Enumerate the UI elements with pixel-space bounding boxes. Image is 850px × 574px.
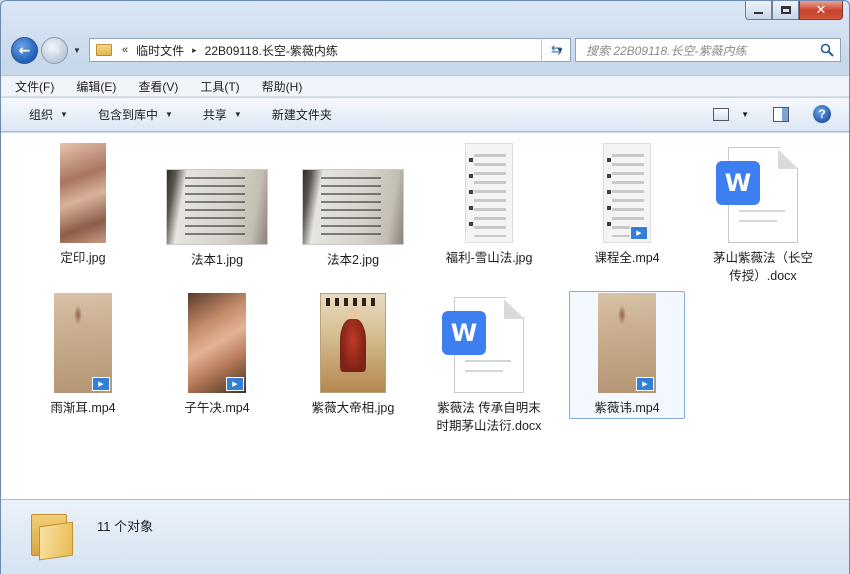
minimize-button[interactable] xyxy=(745,1,772,20)
breadcrumb-overflow[interactable]: « xyxy=(122,44,128,56)
maximize-icon xyxy=(780,6,791,14)
change-view-icon[interactable] xyxy=(713,107,730,121)
image-thumbnail xyxy=(166,169,268,245)
include-label: 包含到库中 xyxy=(97,108,158,122)
file-item[interactable]: ▶ 子午决.mp4 xyxy=(159,293,275,417)
minimize-icon xyxy=(754,12,763,14)
file-item[interactable]: ▶ 课程全.mp4 xyxy=(569,143,685,267)
file-item[interactable]: W 紫薇法 传承自明末时期茅山法衍.docx xyxy=(431,297,547,435)
chevron-down-icon: ▼ xyxy=(164,110,173,119)
file-item[interactable]: W 茅山紫薇法（长空传授）.docx xyxy=(705,147,821,285)
chevron-down-icon: ▼ xyxy=(60,110,68,119)
details-pane: 11 个对象 xyxy=(1,499,849,574)
menu-file[interactable]: 文件(F) xyxy=(15,78,54,95)
file-name: 紫薇法 传承自明末时期茅山法衍.docx xyxy=(436,401,542,433)
file-name: 法本1.jpg xyxy=(190,253,244,267)
file-item[interactable]: ▶ 雨渐耳.mp4 xyxy=(25,293,141,417)
close-icon: ✕ xyxy=(815,2,827,18)
refresh-button[interactable]: ⇆ xyxy=(541,38,571,62)
file-name: 紫薇讳.mp4 xyxy=(594,401,660,415)
menu-help[interactable]: 帮助(H) xyxy=(262,78,303,95)
file-name: 茅山紫薇法（长空传授）.docx xyxy=(712,251,813,283)
menu-bar: 文件(F) 编辑(E) 查看(V) 工具(T) 帮助(H) xyxy=(1,75,849,97)
explorer-window: ✕ ← → ▼ « 临时文件 ▸ 22B09118.长空-紫薇内练 ▼ ⇆ 搜索… xyxy=(0,0,850,574)
file-name: 定印.jpg xyxy=(60,251,106,265)
search-icon[interactable] xyxy=(820,43,834,57)
file-item[interactable]: 法本2.jpg xyxy=(295,143,411,269)
video-thumbnail: ▶ xyxy=(54,293,112,393)
search-placeholder: 搜索 22B09118.长空-紫薇内练 xyxy=(586,43,747,58)
video-badge-icon: ▶ xyxy=(636,377,654,391)
menu-view[interactable]: 查看(V) xyxy=(138,78,178,95)
maximize-button[interactable] xyxy=(772,1,799,20)
file-item[interactable]: 法本1.jpg xyxy=(159,143,275,269)
caption-buttons: ✕ xyxy=(745,1,843,20)
back-arrow-icon: ← xyxy=(18,42,31,59)
command-bar: 组织 ▼ 包含到库中 ▼ 共享 ▼ 新建文件夹 ▼ ? xyxy=(1,98,849,132)
organize-button[interactable]: 组织 ▼ xyxy=(29,106,68,123)
video-thumbnail: ▶ xyxy=(188,293,246,393)
menu-tools[interactable]: 工具(T) xyxy=(200,78,239,95)
docx-icon: W xyxy=(716,147,798,243)
share-label: 共享 xyxy=(202,108,227,122)
breadcrumb-temp-files[interactable]: 临时文件 xyxy=(136,42,184,59)
folder-icon xyxy=(96,44,112,56)
new-folder-label: 新建文件夹 xyxy=(271,108,332,122)
preview-pane-icon[interactable] xyxy=(773,106,789,122)
menu-edit[interactable]: 编辑(E) xyxy=(76,78,116,95)
video-thumbnail: ▶ xyxy=(603,143,651,243)
navigation-row: ← → ▼ « 临时文件 ▸ 22B09118.长空-紫薇内练 ▼ ⇆ 搜索 2… xyxy=(9,35,843,65)
share-button[interactable]: 共享 ▼ xyxy=(203,106,242,123)
breadcrumb-separator-icon[interactable]: ▸ xyxy=(192,45,197,56)
file-item[interactable]: 紫薇大帝相.jpg xyxy=(295,293,411,417)
image-thumbnail xyxy=(60,143,106,243)
file-name: 子午决.mp4 xyxy=(184,401,250,415)
view-controls: ▼ ? xyxy=(713,105,831,123)
include-in-library-button[interactable]: 包含到库中 ▼ xyxy=(98,106,173,123)
address-bar[interactable]: « 临时文件 ▸ 22B09118.长空-紫薇内练 ▼ xyxy=(89,38,571,62)
item-count: 11 个对象 xyxy=(97,519,154,534)
image-thumbnail xyxy=(302,169,404,245)
view-options-dropdown-icon[interactable]: ▼ xyxy=(741,110,749,119)
forward-button[interactable]: → xyxy=(41,37,68,64)
refresh-icon: ⇆ xyxy=(551,42,562,58)
file-item[interactable]: 福利-雪山法.jpg xyxy=(431,143,547,267)
history-dropdown-icon[interactable]: ▼ xyxy=(73,46,81,55)
file-item[interactable]: 定印.jpg xyxy=(25,143,141,267)
file-name: 课程全.mp4 xyxy=(594,251,660,265)
file-name: 雨渐耳.mp4 xyxy=(50,401,116,415)
forward-arrow-icon: → xyxy=(48,42,61,59)
help-icon[interactable]: ? xyxy=(813,105,831,123)
video-badge-icon: ▶ xyxy=(226,377,244,391)
image-thumbnail xyxy=(320,293,386,393)
video-badge-icon: ▶ xyxy=(92,377,110,391)
wps-w-icon: W xyxy=(716,161,760,205)
wps-w-icon: W xyxy=(442,311,486,355)
folder-icon xyxy=(31,514,77,561)
docx-icon: W xyxy=(442,297,524,393)
search-box[interactable]: 搜索 22B09118.长空-紫薇内练 xyxy=(575,38,841,62)
close-button[interactable]: ✕ xyxy=(799,1,843,20)
file-name: 紫薇大帝相.jpg xyxy=(311,401,395,415)
video-thumbnail: ▶ xyxy=(598,293,656,393)
breadcrumb-current-folder[interactable]: 22B09118.长空-紫薇内练 xyxy=(205,42,338,59)
organize-label: 组织 xyxy=(29,108,54,122)
new-folder-button[interactable]: 新建文件夹 xyxy=(272,106,332,123)
file-list[interactable]: 定印.jpg 法本1.jpg 法本2.jpg 福利-雪山法.jpg ▶ 课程全.… xyxy=(1,133,849,499)
file-name: 福利-雪山法.jpg xyxy=(445,251,533,265)
back-button[interactable]: ← xyxy=(11,37,38,64)
chevron-down-icon: ▼ xyxy=(233,110,242,119)
file-item-selected[interactable]: ▶ 紫薇讳.mp4 xyxy=(569,291,685,419)
image-thumbnail xyxy=(465,143,513,243)
file-name: 法本2.jpg xyxy=(326,253,380,267)
video-badge-icon: ▶ xyxy=(630,226,648,240)
